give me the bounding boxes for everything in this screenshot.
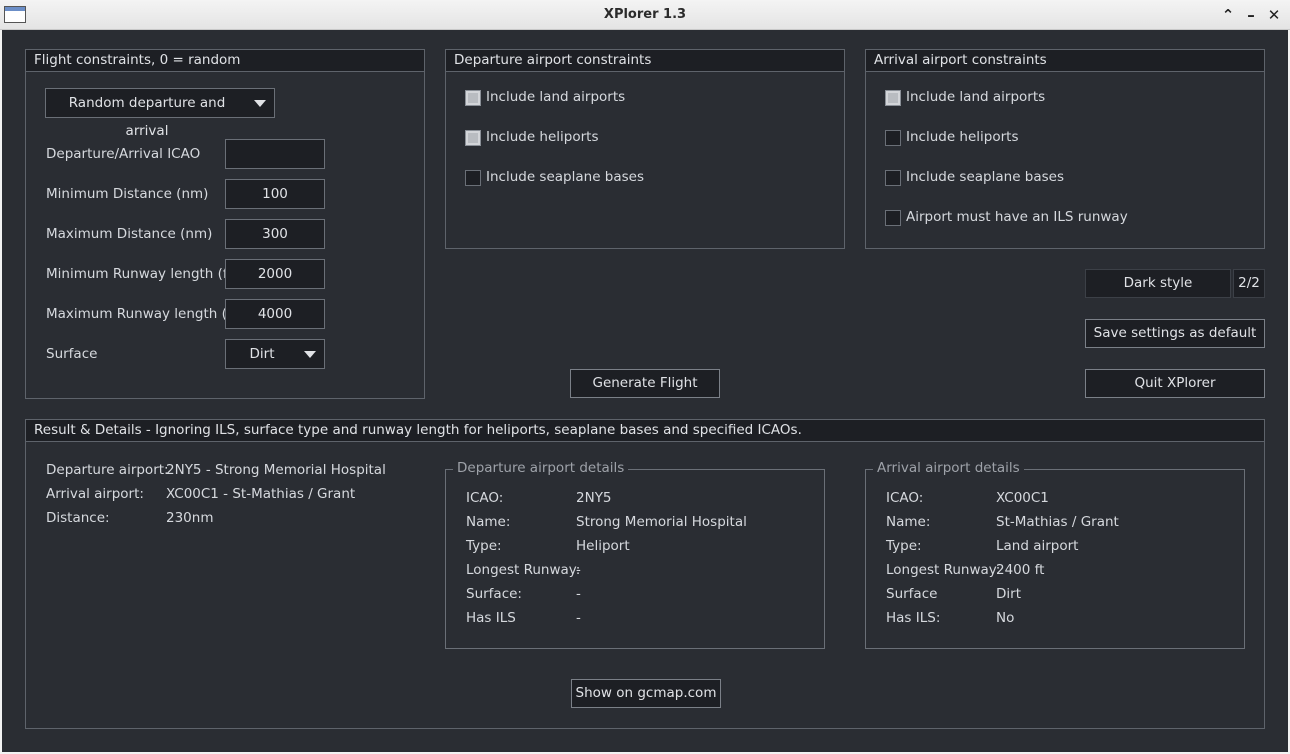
- max-distance-input[interactable]: 300: [225, 219, 325, 249]
- min-distance-label: Minimum Distance (nm): [46, 186, 209, 202]
- dep-include-seaplane-label: Include seaplane bases: [486, 169, 645, 185]
- title-bar: XPlorer 1.3 ⌃ – ✕: [0, 0, 1290, 30]
- surface-label: Surface: [46, 346, 98, 362]
- dep-ils-value: -: [576, 610, 581, 626]
- icao-label: Departure/Arrival ICAO: [46, 146, 201, 162]
- summary-departure-value: 2NY5 - Strong Memorial Hospital: [166, 462, 386, 478]
- summary-distance-value: 230nm: [166, 510, 214, 526]
- generate-flight-button[interactable]: Generate Flight: [570, 369, 720, 398]
- min-runway-input[interactable]: 2000: [225, 259, 325, 289]
- arr-name-value: St-Mathias / Grant: [996, 514, 1119, 530]
- flight-mode-dropdown[interactable]: Random departure and arrival: [45, 88, 275, 139]
- arr-runway-value: 2400 ft: [996, 562, 1045, 578]
- main-window: Flight constraints, 0 = random Random de…: [2, 30, 1288, 752]
- departure-details-group: Departure airport details ICAO: 2NY5 Nam…: [445, 460, 825, 649]
- checkbox-box[interactable]: [885, 210, 901, 226]
- save-settings-button[interactable]: Save settings as default: [1085, 319, 1265, 348]
- max-distance-label: Maximum Distance (nm): [46, 226, 213, 242]
- dep-surface-value: -: [576, 586, 581, 602]
- arrival-constraints-panel: Arrival airport constraints Include land…: [865, 49, 1265, 249]
- min-distance-input[interactable]: 100: [225, 179, 325, 209]
- maximize-icon[interactable]: ⌃: [1218, 4, 1238, 26]
- max-runway-label: Maximum Runway length (ft): [46, 306, 242, 322]
- arrival-constraints-header: Arrival airport constraints: [866, 50, 1264, 72]
- checkbox-box[interactable]: [885, 170, 901, 186]
- arr-name-label: Name:: [886, 514, 931, 530]
- flight-mode-value: Random departure and arrival: [68, 95, 226, 139]
- departure-constraints-panel: Departure airport constraints Include la…: [445, 49, 845, 249]
- arr-ils-label: Has ILS:: [886, 610, 941, 626]
- dep-surface-label: Surface:: [466, 586, 522, 602]
- style-button[interactable]: Dark style: [1085, 269, 1231, 298]
- chevron-down-icon: [254, 100, 266, 107]
- checkbox-box[interactable]: [465, 90, 481, 106]
- arr-icao-label: ICAO:: [886, 490, 924, 506]
- close-icon[interactable]: ✕: [1264, 4, 1284, 26]
- surface-dropdown[interactable]: Dirt: [225, 339, 325, 369]
- dep-type-label: Type:: [466, 538, 502, 554]
- show-on-map-button[interactable]: Show on gcmap.com: [571, 679, 721, 708]
- surface-value: Dirt: [249, 346, 275, 362]
- checkbox-box[interactable]: [885, 130, 901, 146]
- dep-name-value: Strong Memorial Hospital: [576, 514, 747, 530]
- arr-ils-value: No: [996, 610, 1015, 626]
- chevron-down-icon: [304, 351, 316, 358]
- minimize-icon[interactable]: –: [1241, 4, 1261, 26]
- arrival-details-group: Arrival airport details ICAO: XC00C1 Nam…: [865, 460, 1245, 649]
- arr-type-value: Land airport: [996, 538, 1079, 554]
- window-title: XPlorer 1.3: [603, 7, 687, 22]
- summary-departure-label: Departure airport:: [46, 462, 169, 478]
- min-runway-label: Minimum Runway length (ft): [46, 266, 238, 282]
- checkbox-box[interactable]: [465, 170, 481, 186]
- quit-button[interactable]: Quit XPlorer: [1085, 369, 1265, 398]
- dep-icao-label: ICAO:: [466, 490, 504, 506]
- arr-include-heliports-label: Include heliports: [906, 129, 1019, 145]
- dep-runway-value: -: [576, 562, 581, 578]
- dep-include-land-label: Include land airports: [486, 89, 626, 105]
- dep-ils-label: Has ILS: [466, 610, 516, 626]
- arr-surface-label: Surface: [886, 586, 938, 602]
- summary-arrival-label: Arrival airport:: [46, 486, 144, 502]
- summary-distance-label: Distance:: [46, 510, 110, 526]
- arr-surface-value: Dirt: [996, 586, 1021, 602]
- results-panel: Result & Details - Ignoring ILS, surface…: [25, 419, 1265, 729]
- arr-type-label: Type:: [886, 538, 922, 554]
- icao-input[interactable]: [225, 139, 325, 169]
- dep-name-label: Name:: [466, 514, 511, 530]
- flight-constraints-panel: Flight constraints, 0 = random Random de…: [25, 49, 425, 399]
- arr-ils-required-label: Airport must have an ILS runway: [906, 209, 1128, 225]
- dep-icao-value: 2NY5: [576, 490, 612, 506]
- arr-runway-label: Longest Runway:: [886, 562, 1001, 578]
- departure-details-title: Departure airport details: [453, 460, 629, 476]
- summary-arrival-value: XC00C1 - St-Mathias / Grant: [166, 486, 356, 502]
- max-runway-input[interactable]: 4000: [225, 299, 325, 329]
- checkbox-box[interactable]: [885, 90, 901, 106]
- checkbox-box[interactable]: [465, 130, 481, 146]
- style-counter[interactable]: 2/2: [1233, 269, 1265, 298]
- dep-type-value: Heliport: [576, 538, 630, 554]
- results-header: Result & Details - Ignoring ILS, surface…: [26, 420, 1264, 442]
- arr-icao-value: XC00C1: [996, 490, 1049, 506]
- dep-runway-label: Longest Runway:: [466, 562, 581, 578]
- arrival-details-title: Arrival airport details: [873, 460, 1024, 476]
- departure-constraints-header: Departure airport constraints: [446, 50, 844, 72]
- flight-constraints-header: Flight constraints, 0 = random: [26, 50, 424, 72]
- arr-include-land-label: Include land airports: [906, 89, 1046, 105]
- dep-include-heliports-label: Include heliports: [486, 129, 599, 145]
- arr-include-seaplane-label: Include seaplane bases: [906, 169, 1065, 185]
